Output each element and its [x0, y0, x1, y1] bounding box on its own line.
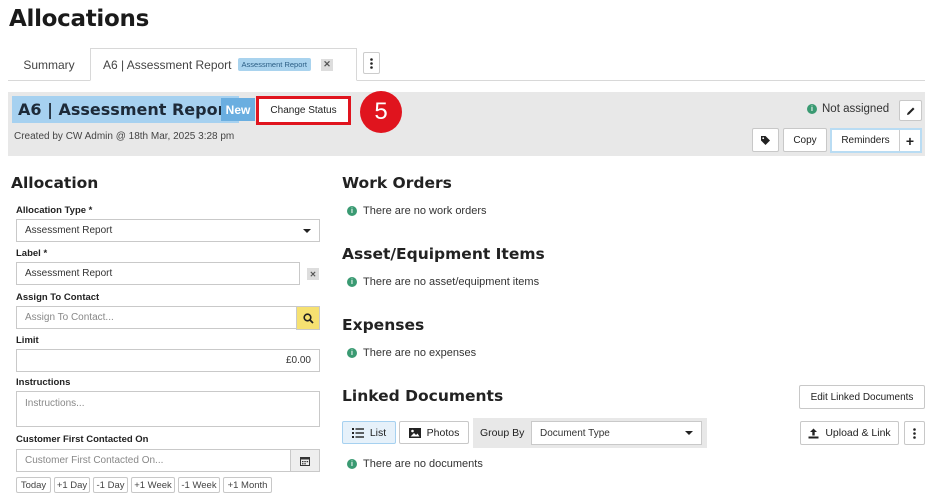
upload-link-button[interactable]: Upload & Link — [800, 421, 899, 445]
assignee-text: Not assigned — [822, 103, 890, 115]
assets-heading: Asset/Equipment Items — [342, 245, 545, 263]
contact-search-button[interactable] — [296, 306, 320, 330]
calendar-button[interactable] — [290, 449, 320, 472]
info-icon: i — [347, 348, 357, 358]
list-view-label: List — [369, 426, 387, 439]
date-plus-month-button[interactable]: +1 Month — [223, 477, 272, 493]
created-info: Created by CW Admin @ 18th Mar, 2025 3:2… — [14, 131, 235, 142]
limit-label: Limit — [16, 335, 39, 346]
calendar-icon — [300, 456, 310, 466]
group-by-label: Group By — [480, 427, 525, 439]
allocation-heading: Allocation — [11, 174, 99, 192]
change-status-button[interactable]: Change Status — [256, 96, 351, 125]
upload-link-label: Upload & Link — [825, 427, 891, 439]
photos-view-label: Photos — [426, 426, 460, 439]
add-reminder-button[interactable]: + — [900, 130, 920, 151]
close-tab-icon[interactable]: ✕ — [320, 58, 333, 71]
info-icon: i — [347, 206, 357, 216]
expenses-empty: i There are no expenses — [347, 347, 476, 359]
reminders-group: Reminders + — [830, 128, 922, 153]
tab-assessment-report[interactable]: A6 | Assessment Report Assessment Report… — [90, 48, 357, 81]
tags-button[interactable] — [752, 128, 779, 152]
kebab-icon — [370, 57, 373, 69]
pencil-icon — [906, 107, 914, 115]
work-orders-empty-text: There are no work orders — [363, 205, 487, 217]
info-icon: i — [807, 104, 817, 114]
date-plus-week-button[interactable]: +1 Week — [131, 477, 175, 493]
assign-contact-input[interactable]: Assign To Contact... — [16, 306, 297, 329]
assets-empty-text: There are no asset/equipment items — [363, 276, 540, 288]
contacted-date-input[interactable]: Customer First Contacted On... — [16, 449, 291, 472]
info-icon: i — [347, 459, 357, 469]
documents-empty: i There are no documents — [347, 458, 483, 470]
clear-label-icon[interactable]: ✕ — [307, 268, 319, 280]
date-plus-day-button[interactable]: +1 Day — [54, 477, 90, 493]
edit-assignee-button[interactable] — [899, 100, 922, 121]
upload-icon — [808, 428, 819, 438]
assign-contact-placeholder: Assign To Contact... — [25, 312, 114, 323]
list-view-button[interactable]: List — [342, 421, 396, 444]
tab-summary[interactable]: Summary — [8, 48, 90, 81]
copy-button[interactable]: Copy — [783, 128, 827, 152]
status-badge: New — [221, 98, 255, 121]
info-icon: i — [347, 277, 357, 287]
group-by-select[interactable]: Document Type — [531, 421, 702, 445]
work-orders-heading: Work Orders — [342, 174, 452, 192]
tab-label: A6 | Assessment Report — [103, 57, 232, 72]
photos-view-button[interactable]: Photos — [399, 421, 469, 444]
assets-empty: i There are no asset/equipment items — [347, 276, 539, 288]
contacted-label: Customer First Contacted On — [16, 434, 149, 445]
date-minus-week-button[interactable]: -1 Week — [178, 477, 220, 493]
image-icon — [408, 427, 421, 438]
label-input[interactable]: Assessment Report — [16, 262, 300, 285]
instructions-placeholder: Instructions... — [25, 398, 85, 409]
label-label: Label * — [16, 248, 48, 259]
assignee-status: i Not assigned — [807, 103, 889, 115]
expenses-empty-text: There are no expenses — [363, 347, 477, 359]
limit-input[interactable]: £0.00 — [16, 349, 320, 372]
group-by-value: Document Type — [540, 427, 610, 439]
chevron-down-icon — [303, 228, 311, 233]
chevron-down-icon — [685, 431, 693, 435]
date-today-button[interactable]: Today — [16, 477, 51, 493]
kebab-icon — [913, 427, 916, 439]
page-title: Allocations — [9, 6, 149, 32]
reminders-button[interactable]: Reminders — [832, 130, 900, 151]
linked-docs-heading: Linked Documents — [342, 387, 504, 405]
record-title: A6 | Assessment Report — [12, 96, 240, 123]
edit-linked-docs-button[interactable]: Edit Linked Documents — [799, 385, 925, 409]
assign-contact-label: Assign To Contact — [16, 292, 100, 303]
allocation-type-label: Allocation Type * — [16, 205, 93, 216]
allocation-type-value: Assessment Report — [25, 225, 113, 236]
tab-type-badge: Assessment Report — [237, 58, 311, 71]
contacted-placeholder: Customer First Contacted On... — [25, 455, 164, 466]
expenses-heading: Expenses — [342, 316, 425, 334]
date-minus-day-button[interactable]: -1 Day — [93, 477, 128, 493]
allocation-type-select[interactable]: Assessment Report — [16, 219, 320, 242]
tabs-more-button[interactable] — [363, 52, 380, 74]
instructions-textarea[interactable]: Instructions... — [16, 391, 320, 427]
step-marker: 5 — [360, 91, 402, 133]
tag-icon — [761, 135, 770, 145]
work-orders-empty: i There are no work orders — [347, 205, 487, 217]
instructions-label: Instructions — [16, 377, 71, 388]
docs-more-button[interactable] — [904, 421, 925, 445]
search-icon — [302, 312, 314, 324]
list-icon — [351, 427, 364, 438]
documents-empty-text: There are no documents — [363, 458, 483, 470]
